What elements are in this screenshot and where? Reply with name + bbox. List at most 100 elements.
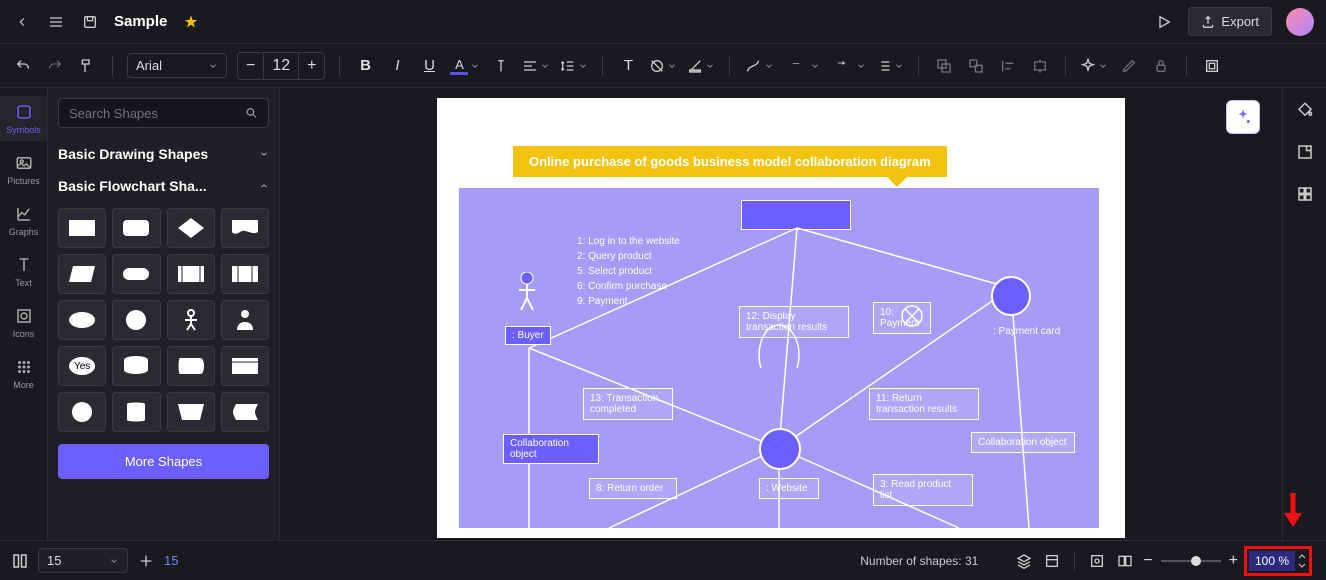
- list-button[interactable]: [876, 58, 904, 74]
- grid-view-icon[interactable]: [1295, 184, 1315, 204]
- shape-document[interactable]: [221, 208, 269, 248]
- layers-icon[interactable]: [1014, 551, 1034, 571]
- align-button[interactable]: [522, 58, 550, 74]
- edit-shape-button[interactable]: [1118, 55, 1140, 77]
- page-select[interactable]: 15: [38, 548, 128, 573]
- font-family-select[interactable]: Arial: [127, 53, 227, 78]
- return-order-box[interactable]: 8: Return order: [589, 478, 677, 499]
- return-trans-box[interactable]: 11: Return transaction results: [869, 388, 979, 420]
- shape-display[interactable]: [167, 346, 215, 386]
- save-icon[interactable]: [80, 12, 100, 32]
- align-shapes-button[interactable]: [997, 55, 1019, 77]
- display-trans-box[interactable]: 12: Display transaction results: [739, 306, 849, 338]
- font-color-button[interactable]: A: [450, 57, 480, 75]
- user-avatar[interactable]: [1286, 8, 1314, 36]
- center-node[interactable]: [759, 428, 801, 470]
- rail-text[interactable]: Text: [0, 249, 47, 294]
- font-size-dec[interactable]: −: [238, 53, 263, 79]
- trans-complete-box[interactable]: 13: Transaction completed: [583, 388, 673, 420]
- font-size-value[interactable]: 12: [263, 53, 299, 79]
- font-size-inc[interactable]: +: [299, 53, 324, 79]
- redo-button[interactable]: [44, 55, 66, 77]
- format-painter-button[interactable]: [76, 55, 98, 77]
- category-basic-flowchart[interactable]: Basic Flowchart Sha...: [58, 170, 269, 202]
- fill-color-button[interactable]: [649, 58, 677, 74]
- collab-obj-left[interactable]: Collaboration object: [503, 434, 599, 464]
- arrow-style-button[interactable]: [830, 61, 866, 71]
- bold-button[interactable]: B: [354, 55, 376, 77]
- payment-card-node[interactable]: [991, 276, 1031, 316]
- font-size-stepper[interactable]: − 12 +: [237, 52, 325, 80]
- search-shapes[interactable]: [58, 98, 269, 128]
- add-page-button[interactable]: [136, 551, 156, 571]
- collab-obj-right[interactable]: Collaboration object: [971, 432, 1075, 453]
- rail-more[interactable]: More: [0, 351, 47, 396]
- play-icon[interactable]: [1154, 12, 1174, 32]
- shape-diamond[interactable]: [167, 208, 215, 248]
- shape-rectangle[interactable]: [58, 208, 106, 248]
- underline-button[interactable]: U: [418, 55, 440, 77]
- outline-icon[interactable]: [1042, 551, 1062, 571]
- buyer-label[interactable]: : Buyer: [505, 326, 551, 345]
- back-button[interactable]: [12, 12, 32, 32]
- undo-button[interactable]: [12, 55, 34, 77]
- shape-internal-storage[interactable]: [221, 254, 269, 294]
- shape-database[interactable]: [112, 346, 160, 386]
- category-basic-drawing[interactable]: Basic Drawing Shapes: [58, 138, 269, 170]
- shape-decision-yes[interactable]: Yes: [58, 346, 106, 386]
- distribute-button[interactable]: [1029, 55, 1051, 77]
- shape-terminator[interactable]: [112, 254, 160, 294]
- shape-cylinder[interactable]: [112, 392, 160, 432]
- group-button[interactable]: [933, 55, 955, 77]
- zoom-slider[interactable]: [1161, 560, 1221, 562]
- zoom-in-button[interactable]: +: [1229, 552, 1238, 570]
- text-vertical-button[interactable]: [490, 55, 512, 77]
- shape-circle[interactable]: [58, 392, 106, 432]
- zoom-value[interactable]: 100 %: [1249, 551, 1295, 571]
- menu-icon[interactable]: [46, 12, 66, 32]
- export-button[interactable]: Export: [1188, 7, 1272, 36]
- rail-pictures[interactable]: Pictures: [0, 147, 47, 192]
- pages-view-icon[interactable]: [1115, 551, 1135, 571]
- ai-assist-button[interactable]: [1226, 100, 1260, 134]
- fill-tool-icon[interactable]: [1295, 100, 1315, 120]
- shape-stored-data[interactable]: [221, 392, 269, 432]
- page-label[interactable]: 15: [164, 553, 178, 568]
- shape-card[interactable]: [221, 346, 269, 386]
- container-button[interactable]: [1201, 55, 1223, 77]
- shape-person[interactable]: [221, 300, 269, 340]
- rail-graphs[interactable]: Graphs: [0, 198, 47, 243]
- text-tool-button[interactable]: T: [617, 55, 639, 77]
- rail-icons[interactable]: Icons: [0, 300, 47, 345]
- connector-button[interactable]: [744, 58, 774, 74]
- export-panel-icon[interactable]: [1295, 142, 1315, 162]
- canvas[interactable]: Online purchase of goods business model …: [437, 98, 1125, 538]
- shape-circle-fill[interactable]: [112, 300, 160, 340]
- fit-screen-icon[interactable]: [1087, 551, 1107, 571]
- search-input[interactable]: [69, 106, 245, 121]
- buyer-actor[interactable]: [515, 272, 539, 315]
- zoom-stepper-icon[interactable]: [1297, 552, 1307, 570]
- shape-manual-op[interactable]: [167, 392, 215, 432]
- shape-ellipse[interactable]: [58, 300, 106, 340]
- shape-predefined[interactable]: [167, 254, 215, 294]
- website-box[interactable]: : Website: [759, 478, 819, 499]
- line-color-button[interactable]: [687, 58, 715, 74]
- page-layout-icon[interactable]: [10, 551, 30, 571]
- line-height-button[interactable]: [560, 58, 588, 74]
- lock-button[interactable]: [1150, 55, 1172, 77]
- read-product-box[interactable]: 3: Read product list: [873, 474, 973, 506]
- shape-rounded-rect[interactable]: [112, 208, 160, 248]
- effects-button[interactable]: [1080, 58, 1108, 74]
- ungroup-button[interactable]: [965, 55, 987, 77]
- shape-actor[interactable]: [167, 300, 215, 340]
- star-icon[interactable]: [181, 12, 201, 32]
- shape-parallelogram[interactable]: [58, 254, 106, 294]
- zoom-out-button[interactable]: −: [1143, 552, 1152, 570]
- payment10-box[interactable]: 10: Payment: [873, 302, 931, 334]
- italic-button[interactable]: I: [386, 55, 408, 77]
- line-style-button[interactable]: [784, 61, 820, 71]
- rail-symbols[interactable]: Symbols: [0, 96, 47, 141]
- zoom-value-box[interactable]: 100 %: [1244, 546, 1312, 576]
- more-shapes-button[interactable]: More Shapes: [58, 444, 269, 479]
